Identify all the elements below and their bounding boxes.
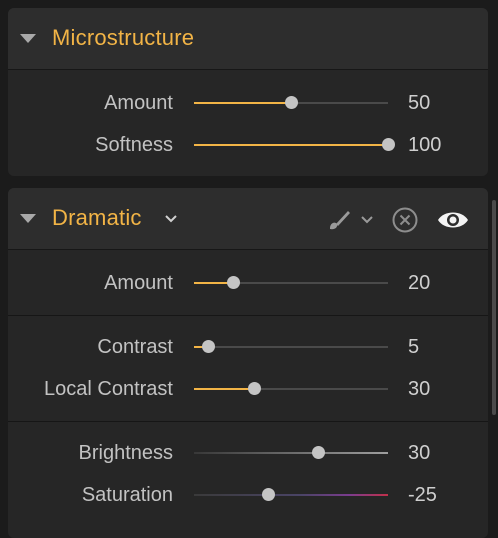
slider-row-saturation: Saturation -25: [8, 480, 488, 510]
slider-label: Contrast: [97, 336, 173, 358]
slider-row-softness: Softness 100: [8, 130, 488, 160]
slider-row-local-contrast: Local Contrast 30: [8, 374, 488, 404]
slider-row-brightness: Brightness 30: [8, 438, 488, 468]
slider-knob[interactable]: [201, 340, 215, 353]
slider-label: Brightness: [78, 442, 174, 464]
slider-knob[interactable]: [312, 446, 326, 459]
brush-icon[interactable]: [326, 208, 352, 232]
panel-title: Microstructure: [52, 25, 195, 50]
slider-fill: [194, 388, 255, 390]
panel-title: Dramatic: [52, 205, 142, 230]
slider-knob[interactable]: [261, 488, 275, 501]
slider-value[interactable]: 50: [408, 92, 430, 115]
softness-slider[interactable]: [194, 138, 395, 151]
microstructure-panel: Microstructure Amount 50 Softness 100: [8, 8, 488, 176]
slider-value[interactable]: -25: [408, 484, 437, 507]
brightness-slider[interactable]: [194, 446, 388, 459]
dramatic-header[interactable]: Dramatic: [8, 188, 488, 250]
slider-row-amount: Amount 20: [8, 268, 488, 298]
slider-knob[interactable]: [382, 138, 395, 151]
brush-menu-chevron-down-icon[interactable]: [360, 215, 374, 225]
slider-fill: [194, 102, 291, 104]
amount-slider[interactable]: [194, 96, 388, 109]
eye-icon[interactable]: [436, 208, 470, 232]
slider-knob[interactable]: [226, 276, 240, 289]
group-divider: [8, 315, 488, 316]
amount-slider[interactable]: [194, 276, 388, 289]
slider-value[interactable]: 30: [408, 378, 430, 401]
slider-label: Saturation: [81, 484, 173, 506]
slider-label: Amount: [104, 272, 173, 294]
slider-label: Softness: [95, 134, 173, 156]
slider-knob[interactable]: [248, 382, 262, 395]
slider-label: Local Contrast: [44, 378, 173, 400]
slider-label: Amount: [104, 92, 173, 114]
scrollbar[interactable]: [492, 200, 496, 415]
local-contrast-slider[interactable]: [194, 382, 388, 395]
slider-row-contrast: Contrast 5: [8, 332, 488, 362]
dramatic-panel: Dramatic Amount 20 Contrast 5 Local Cont…: [8, 188, 488, 538]
collapse-triangle-icon[interactable]: [20, 34, 36, 43]
contrast-slider[interactable]: [194, 340, 388, 353]
slider-value[interactable]: 20: [408, 272, 430, 295]
slider-value[interactable]: 30: [408, 442, 430, 465]
slider-row-amount: Amount 50: [8, 88, 488, 118]
slider-value[interactable]: 100: [408, 134, 441, 157]
preset-chevron-down-icon[interactable]: [164, 214, 178, 224]
group-divider: [8, 421, 488, 422]
slider-value[interactable]: 5: [408, 336, 419, 359]
reset-icon[interactable]: [391, 206, 419, 234]
slider-fill: [194, 144, 388, 146]
collapse-triangle-icon[interactable]: [20, 214, 36, 223]
slider-knob[interactable]: [285, 96, 298, 109]
saturation-slider[interactable]: [194, 488, 388, 501]
microstructure-header[interactable]: Microstructure: [8, 8, 488, 70]
